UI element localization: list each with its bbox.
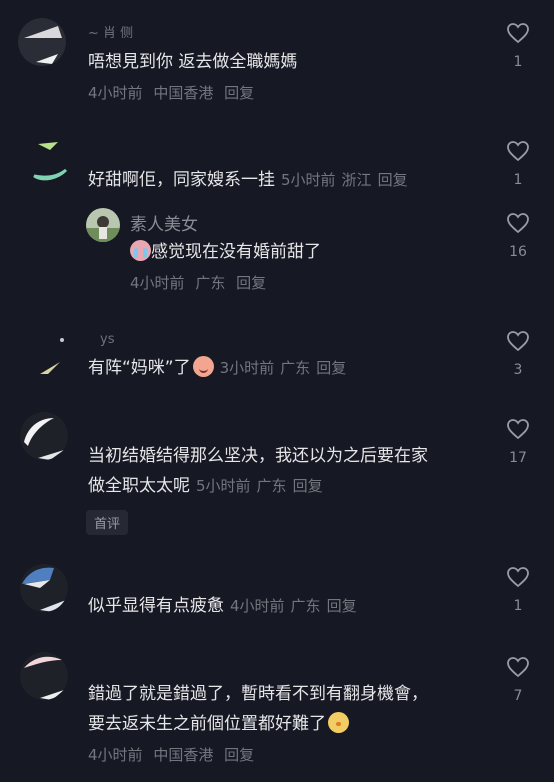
heart-outline-icon[interactable] (506, 22, 530, 44)
reply-text: 感觉现在没有婚前甜了 (130, 238, 321, 266)
comment-text-content: 做全职太太呢 (88, 476, 190, 496)
like-button[interactable]: 16 (498, 212, 538, 260)
like-count: 16 (509, 244, 527, 260)
heart-outline-icon[interactable] (506, 212, 530, 234)
comment-meta: 4小时前 中国香港 回复 (88, 82, 260, 103)
chick-emoji-icon (328, 712, 349, 733)
comment-text-content: 似乎显得有点疲惫 (88, 596, 224, 616)
comment-text-content: 要去返未生之前個位置都好難了 (88, 714, 326, 734)
like-count: 1 (513, 54, 523, 70)
reply-button[interactable]: 回复 (293, 477, 323, 495)
comment-text: 唔想見到你 返去做全職媽媽 (88, 52, 298, 72)
comment-text: 要去返未生之前個位置都好難了 (88, 710, 349, 738)
reply-location: 广东 (195, 274, 226, 292)
comment-text: 有阵“妈咪”了 3小时前 广东 回复 (88, 354, 352, 382)
comment-time: 3小时前 (219, 359, 275, 377)
like-button[interactable]: 7 (498, 656, 538, 704)
comment-location: 广东 (256, 477, 287, 495)
comment-text-content: 好甜啊佢，同家嫂系一挂 (88, 170, 275, 190)
comment-text: 好甜啊佢，同家嫂系一挂 5小时前 浙江 回复 (88, 166, 414, 194)
comment-time: 4小时前 (88, 84, 143, 102)
like-button[interactable]: 1 (498, 566, 538, 614)
comment-meta: 5小时前 浙江 回复 (281, 171, 414, 189)
avatar[interactable] (20, 412, 68, 460)
like-button[interactable]: 3 (498, 330, 538, 378)
reply-meta: 4小时前 广东 回复 (130, 272, 272, 293)
comment-text-content: 有阵“妈咪”了 (88, 358, 191, 378)
heart-outline-icon[interactable] (506, 656, 530, 678)
comment-username[interactable]: ys (100, 332, 114, 347)
like-count: 3 (513, 362, 523, 378)
like-button[interactable]: 1 (498, 22, 538, 70)
heart-outline-icon[interactable] (506, 140, 530, 162)
comment-meta: 4小时前 广东 回复 (230, 597, 363, 615)
comment-time: 4小时前 (230, 597, 285, 615)
heart-outline-icon[interactable] (506, 566, 530, 588)
comment-location: 浙江 (341, 171, 372, 189)
avatar[interactable] (28, 138, 76, 186)
comment-text: 似乎显得有点疲惫 4小时前 广东 回复 (88, 592, 363, 620)
comment-username[interactable]: ~ 肖 侧 (88, 22, 133, 41)
comment-text: 当初结婚结得那么坚决，我还以为之后要在家 (88, 446, 428, 466)
comment-time: 5小时前 (281, 171, 336, 189)
reply-username[interactable]: 素人美女 (130, 210, 198, 235)
like-count: 1 (513, 172, 523, 188)
first-comment-badge: 首评 (86, 510, 129, 535)
reply-avatar[interactable] (86, 208, 120, 242)
comment-meta: 5小时前 广东 回复 (196, 477, 329, 495)
avatar[interactable] (26, 332, 74, 380)
avatar[interactable] (18, 18, 66, 66)
heart-outline-icon[interactable] (506, 330, 530, 352)
comment-location: 广东 (290, 597, 321, 615)
comment-location: 广东 (280, 359, 311, 377)
laughing-peach-emoji-icon (192, 356, 214, 377)
reply-text-content: 感觉现在没有婚前甜了 (151, 242, 321, 262)
comment-meta: 3小时前 广东 回复 (220, 359, 353, 377)
like-count: 17 (509, 450, 527, 466)
heart-outline-icon[interactable] (506, 418, 530, 440)
comment-meta: 4小时前 中国香港 回复 (88, 744, 260, 765)
comment-text: 錯過了就是錯過了，暫時看不到有翻身機會， (88, 684, 428, 704)
comment-location: 中国香港 (153, 746, 214, 764)
reply-time: 4小时前 (130, 274, 185, 292)
comment-location: 中国香港 (153, 84, 214, 102)
comment-text: 做全职太太呢 5小时前 广东 回复 (88, 472, 329, 500)
reply-button[interactable]: 回复 (224, 746, 254, 764)
reply-button[interactable]: 回复 (327, 597, 357, 615)
like-count: 7 (513, 688, 523, 704)
comment-time: 5小时前 (196, 477, 251, 495)
reply-button[interactable]: 回复 (316, 359, 346, 377)
comment-time: 4小时前 (88, 746, 143, 764)
like-count: 1 (513, 598, 523, 614)
reply-button[interactable]: 回复 (378, 171, 408, 189)
like-button[interactable]: 1 (498, 140, 538, 188)
avatar[interactable] (20, 652, 68, 700)
reply-button[interactable]: 回复 (224, 84, 254, 102)
crying-emoji-icon (130, 240, 151, 261)
avatar[interactable] (20, 564, 68, 612)
like-button[interactable]: 17 (498, 418, 538, 466)
reply-button[interactable]: 回复 (236, 274, 266, 292)
